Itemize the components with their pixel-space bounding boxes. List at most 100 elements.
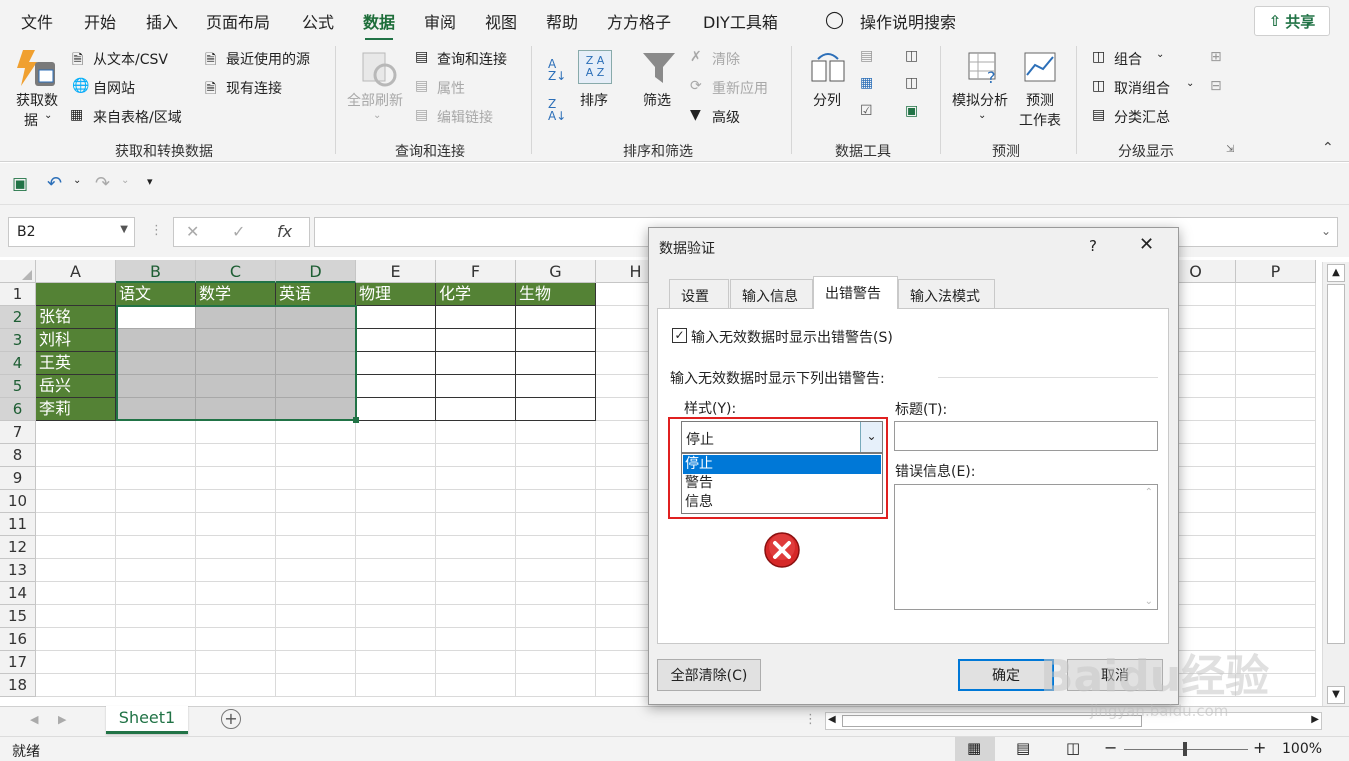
subtotal-button[interactable]: 分类汇总 [1114,107,1170,127]
cell[interactable] [516,605,596,628]
cell[interactable] [116,605,196,628]
relationships-icon[interactable]: ◫ [905,75,918,91]
cell[interactable] [1236,444,1316,467]
cell[interactable] [196,559,276,582]
group-button[interactable]: 组合 [1114,49,1142,69]
chevron-down-icon[interactable]: ⌄ [860,422,882,452]
page-layout-view-icon[interactable]: ▤ [1016,739,1030,757]
expand-formula-icon[interactable]: ⌄ [1321,224,1331,238]
cell[interactable] [436,352,516,375]
scroll-right-icon[interactable]: ▶ [1311,714,1319,725]
cell[interactable] [116,421,196,444]
cell[interactable] [36,559,116,582]
cell[interactable] [276,674,356,697]
cell[interactable]: 英语 [276,283,356,306]
cell[interactable] [116,628,196,651]
cell[interactable] [1236,467,1316,490]
style-option-info[interactable]: 信息 [683,493,881,512]
cell[interactable] [276,513,356,536]
sort-az-icon[interactable]: A Z↓ [548,58,566,82]
cell[interactable] [116,444,196,467]
cell[interactable] [516,329,596,352]
dialog-launcher-icon[interactable]: ⇲ [1226,144,1234,155]
cell[interactable] [276,352,356,375]
cell[interactable] [276,329,356,352]
cell[interactable] [196,605,276,628]
show-detail-icon[interactable]: ⊞ [1210,49,1222,65]
cell[interactable] [276,444,356,467]
cell[interactable] [1236,490,1316,513]
tab-input-message[interactable]: 输入信息 [730,279,813,308]
cell[interactable] [516,582,596,605]
cell[interactable] [36,444,116,467]
help-icon[interactable]: ? [1089,237,1097,255]
autosave-icon[interactable]: ▣ [12,174,28,194]
cell[interactable] [196,582,276,605]
cell[interactable] [516,352,596,375]
cell[interactable]: 数学 [196,283,276,306]
row-header[interactable]: 9 [0,467,36,490]
customize-qat-icon[interactable]: ▾ [147,175,153,188]
filter-button[interactable]: 筛选 [643,90,671,110]
existing-connections-button[interactable]: 现有连接 [226,78,282,98]
cell[interactable] [276,398,356,421]
scroll-down-icon[interactable]: ⌄ [1145,596,1153,607]
column-header[interactable]: E [356,260,436,283]
clear-button[interactable]: 清除 [712,49,740,69]
cell[interactable] [356,651,436,674]
sheet-tab-sheet1[interactable]: Sheet1 [106,706,188,734]
reapply-button[interactable]: 重新应用 [712,78,768,98]
cell[interactable] [436,536,516,559]
cell[interactable] [1236,421,1316,444]
cell[interactable] [36,283,116,306]
cell[interactable] [116,536,196,559]
tab-help[interactable]: 帮助 [546,9,578,33]
cell[interactable] [516,559,596,582]
cell[interactable] [436,582,516,605]
cell[interactable] [36,674,116,697]
cell[interactable] [116,582,196,605]
cell[interactable] [516,513,596,536]
cell[interactable] [196,352,276,375]
cell[interactable] [516,306,596,329]
cell[interactable] [356,536,436,559]
cancel-icon[interactable]: ✕ [186,222,199,241]
confirm-icon[interactable]: ✓ [232,222,245,241]
cell[interactable] [1236,651,1316,674]
cell[interactable] [436,398,516,421]
cell[interactable] [516,674,596,697]
cell[interactable] [36,536,116,559]
cell[interactable] [116,329,196,352]
cell[interactable] [276,628,356,651]
style-select[interactable]: 停止 ⌄ [681,421,883,453]
scroll-thumb[interactable] [1327,284,1345,644]
cell[interactable] [36,467,116,490]
row-header[interactable]: 7 [0,421,36,444]
scroll-left-icon[interactable]: ◀ [828,714,836,725]
cell[interactable] [436,651,516,674]
style-option-warning[interactable]: 警告 [683,474,881,493]
add-sheet-icon[interactable]: + [221,709,241,729]
cell[interactable] [196,674,276,697]
cell[interactable] [356,306,436,329]
fill-handle[interactable] [353,417,359,423]
ungroup-button[interactable]: 取消组合 [1114,78,1170,98]
cell[interactable] [1236,559,1316,582]
cell[interactable] [516,375,596,398]
cell[interactable] [196,651,276,674]
tab-data[interactable]: 数据 [363,9,395,41]
cell[interactable] [116,490,196,513]
row-header[interactable]: 11 [0,513,36,536]
cell[interactable] [436,674,516,697]
queries-connections-button[interactable]: 查询和连接 [437,49,507,69]
cell[interactable] [196,375,276,398]
cell[interactable] [436,306,516,329]
row-header[interactable]: 5 [0,375,36,398]
cell[interactable] [36,421,116,444]
cell[interactable] [1236,306,1316,329]
tab-settings[interactable]: 设置 [669,279,729,308]
cell[interactable] [276,536,356,559]
cell[interactable] [196,467,276,490]
cell[interactable] [356,421,436,444]
refresh-all-button[interactable]: 全部刷新 [347,90,403,110]
